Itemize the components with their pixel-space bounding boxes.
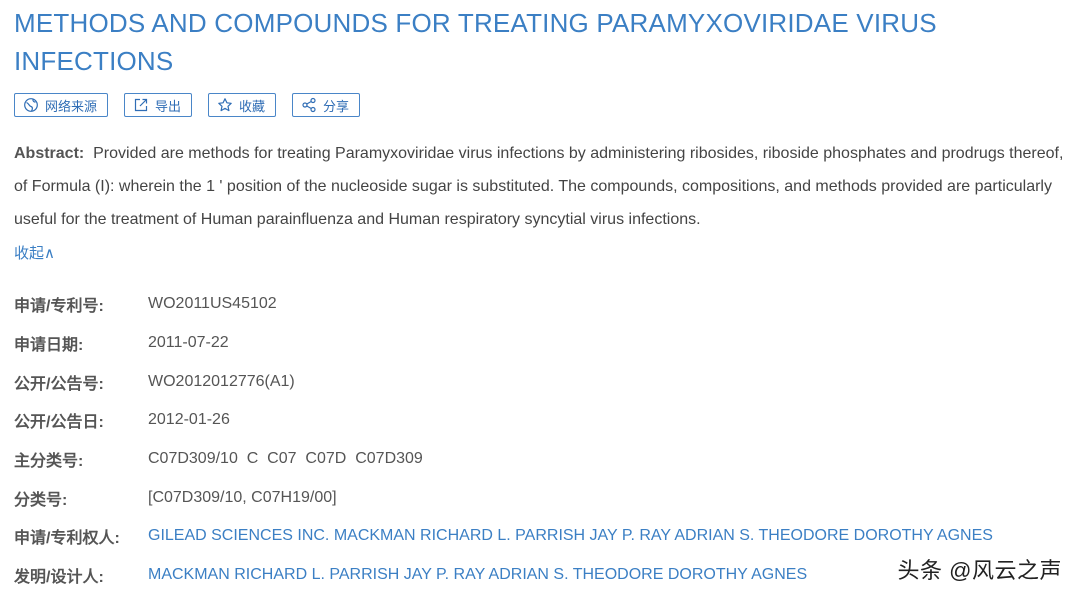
field-classification: 分类号: [C07D309/10, C07H19/00] — [14, 478, 1074, 517]
watermark: 头条 @风云之声 — [897, 558, 1062, 583]
share-label: 分享 — [323, 98, 350, 114]
collapse-link[interactable]: 收起∧ — [14, 242, 55, 263]
globe-icon — [23, 97, 39, 113]
patent-page: METHODS AND COMPOUNDS FOR TREATING PARAM… — [0, 0, 1080, 601]
abstract-label: Abstract: — [14, 145, 85, 162]
field-label: 公开/公告日: — [14, 414, 104, 432]
field-main-classification: 主分类号: C07D309/10 C C07 C07D C07D309 — [14, 440, 1074, 479]
field-application-date: 申请日期: 2011-07-22 — [14, 324, 1074, 363]
field-label: 申请日期: — [14, 337, 84, 355]
star-icon — [217, 97, 233, 113]
web-source-button[interactable]: 网络来源 — [14, 93, 109, 117]
field-publication-number: 公开/公告号: WO2012012776(A1) — [14, 362, 1074, 401]
field-value: 2011-07-22 — [148, 334, 229, 352]
field-label: 分类号: — [14, 491, 68, 509]
field-value: WO2012012776(A1) — [148, 372, 295, 390]
field-value: 2012-01-26 — [148, 411, 230, 429]
field-value: WO2011US45102 — [148, 295, 277, 313]
field-value: [C07D309/10, C07H19/00] — [148, 488, 337, 506]
abstract-text: Provided are methods for treating Paramy… — [14, 145, 1064, 228]
field-value: C07D309/10 C C07 C07D C07D309 — [148, 450, 423, 468]
share-icon — [301, 97, 317, 113]
field-label: 申请/专利号: — [14, 298, 104, 316]
field-label: 公开/公告号: — [14, 375, 104, 393]
field-label: 申请/专利权人: — [14, 530, 120, 548]
share-button[interactable]: 分享 — [292, 93, 361, 117]
inventor-link[interactable]: MACKMAN RICHARD L. PARRISH JAY P. RAY AD… — [148, 566, 807, 584]
export-button[interactable]: 导出 — [124, 93, 193, 117]
export-label: 导出 — [155, 98, 182, 114]
web-source-label: 网络来源 — [45, 98, 98, 114]
favorite-button[interactable]: 收藏 — [208, 93, 277, 117]
field-application-number: 申请/专利号: WO2011US45102 — [14, 285, 1074, 324]
field-publication-date: 公开/公告日: 2012-01-26 — [14, 401, 1074, 440]
favorite-label: 收藏 — [239, 98, 266, 114]
applicant-link[interactable]: GILEAD SCIENCES INC. MACKMAN RICHARD L. … — [148, 527, 993, 545]
field-label: 主分类号: — [14, 453, 84, 471]
field-applicant: 申请/专利权人: GILEAD SCIENCES INC. MACKMAN RI… — [14, 517, 1074, 556]
patent-title: METHODS AND COMPOUNDS FOR TREATING PARAM… — [14, 8, 937, 76]
field-label: 发明/设计人: — [14, 569, 104, 587]
patent-fields: 申请/专利号: WO2011US45102 申请日期: 2011-07-22 公… — [14, 285, 1074, 595]
export-icon — [133, 97, 149, 113]
abstract-section: Abstract: Provided are methods for treat… — [14, 137, 1078, 236]
action-bar: 网络来源 导出 收藏 分享 — [14, 93, 361, 117]
